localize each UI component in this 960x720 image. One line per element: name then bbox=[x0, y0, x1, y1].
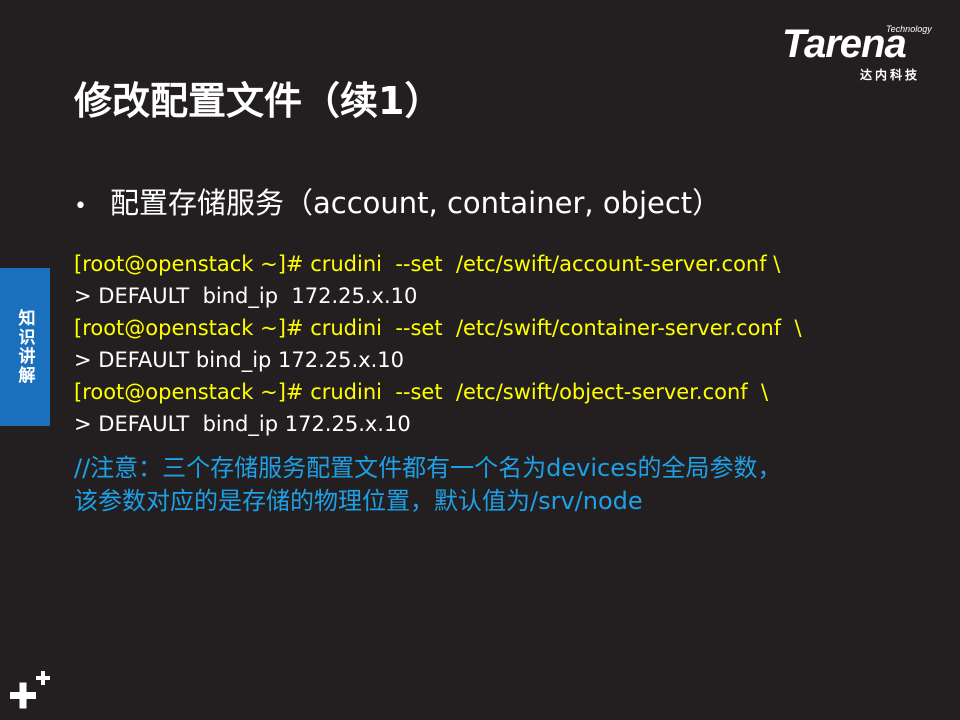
code-line: [root@openstack ~]# crudini --set /etc/s… bbox=[74, 252, 781, 276]
bullet-text: 配置存储服务（account, container, object） bbox=[110, 186, 722, 220]
note-line: 该参数对应的是存储的物理位置，默认值为/srv/node bbox=[74, 487, 643, 515]
slide-title: 修改配置文件（续1） bbox=[74, 79, 443, 123]
side-tab-label: 知识讲解 bbox=[14, 309, 35, 385]
code-line: > DEFAULT bind_ip 172.25.x.10 bbox=[74, 412, 411, 436]
code-line: [root@openstack ~]# crudini --set /etc/s… bbox=[74, 316, 802, 340]
code-line: > DEFAULT bind_ip 172.25.x.10 bbox=[74, 348, 405, 372]
bullet-dot: • bbox=[74, 194, 87, 219]
note-block: //注意：三个存储服务配置文件都有一个名为devices的全局参数， 该参数对应… bbox=[74, 452, 894, 518]
code-block: [root@openstack ~]# crudini --set /etc/s… bbox=[74, 248, 874, 440]
side-tab: 知识讲解 bbox=[0, 268, 50, 426]
code-line: [root@openstack ~]# crudini --set /etc/s… bbox=[74, 380, 769, 404]
plus-plus-icon bbox=[10, 671, 50, 709]
logo-subtitle: 达内科技 bbox=[860, 68, 921, 82]
logo-wordmark: Tarena bbox=[782, 22, 907, 66]
bullet-point: • 配置存储服务（account, container, object） bbox=[74, 180, 721, 222]
code-line: > DEFAULT bind_ip 172.25.x.10 bbox=[74, 284, 418, 308]
tarena-logo: Technology Tarena 达内科技 bbox=[782, 20, 946, 84]
note-line: //注意：三个存储服务配置文件都有一个名为devices的全局参数， bbox=[74, 454, 782, 482]
